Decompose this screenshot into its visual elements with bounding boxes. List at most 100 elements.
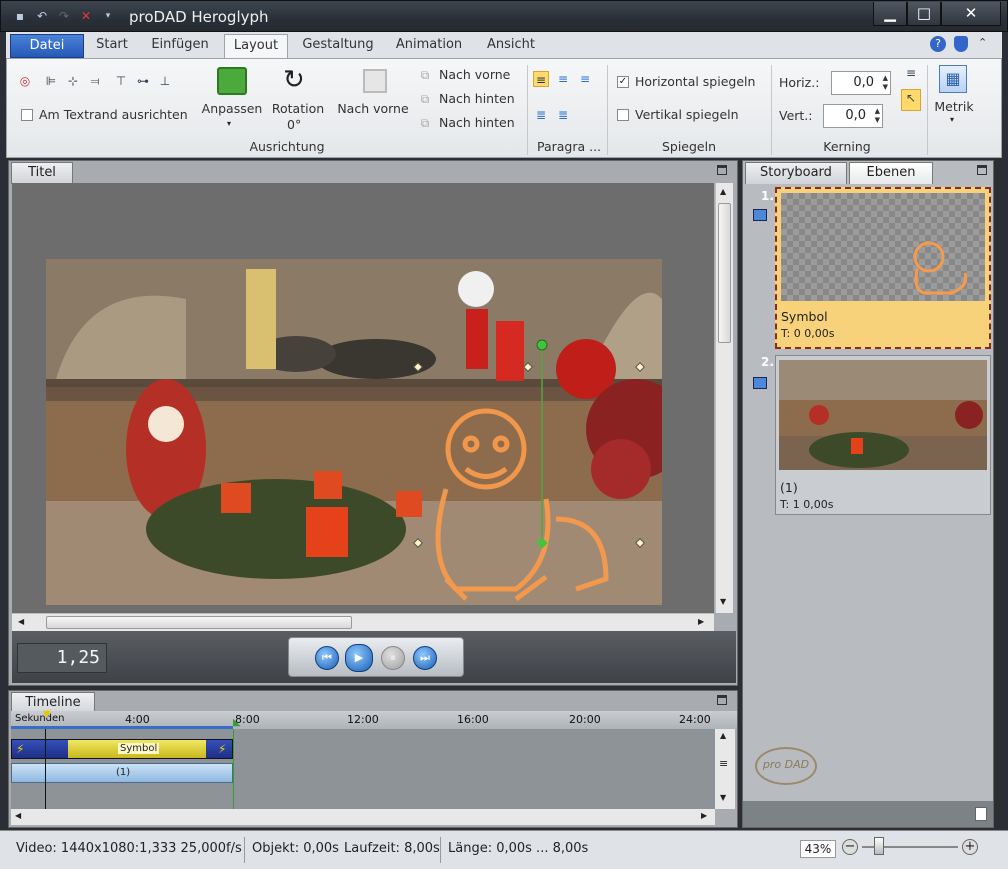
monitor-icon[interactable] (753, 209, 767, 221)
tab-layout[interactable]: Layout (224, 34, 288, 58)
spiegeln-group-label: Spiegeln (661, 139, 717, 154)
tab-storyboard[interactable]: Storyboard (745, 162, 847, 184)
horizontal-spiegeln-checkbox[interactable]: ✓ (617, 76, 629, 88)
align-center-h-icon[interactable]: ⊹ (65, 73, 81, 89)
anpassen-button[interactable]: Anpassen ▾ (199, 63, 265, 135)
tab-gestaltung[interactable]: Gestaltung (294, 34, 382, 58)
layer-card-symbol[interactable]: Symbol T: 0 0,00s (775, 187, 991, 349)
horizontal-scrollbar[interactable]: ◀ ▶ (12, 613, 714, 631)
clip-background-label: (1) (116, 767, 131, 778)
paragraph-align-right-icon[interactable]: ≡ (577, 71, 593, 87)
nach-vorne-button[interactable]: Nach vorne (439, 67, 510, 82)
title-bar: ▪ ↶ ↷ ✕ ▾ proDAD Heroglyph ▁ □ ✕ (0, 0, 1008, 32)
minimize-button[interactable]: ▁ (873, 2, 907, 26)
horizontal-scroll-thumb[interactable] (46, 616, 352, 629)
tab-ansicht[interactable]: Ansicht (478, 34, 544, 58)
delete-icon[interactable]: ✕ (79, 9, 93, 23)
collapse-ribbon-icon[interactable]: ⌃ (978, 36, 987, 49)
tab-start[interactable]: Start (88, 34, 136, 58)
vertikal-spiegeln-checkbox[interactable] (617, 109, 629, 121)
zoom-slider-thumb[interactable] (874, 837, 884, 855)
zoom-in-icon[interactable]: + (962, 839, 978, 855)
playhead-marker-icon[interactable]: ▼ (43, 709, 51, 720)
separator (440, 837, 441, 863)
align-top-icon[interactable]: ⊤ (113, 73, 129, 89)
vertical-scroll-thumb[interactable] (718, 203, 731, 343)
status-video: Video: 1440x1080:1,333 25,000f/s (16, 841, 242, 856)
close-button[interactable]: ✕ (941, 2, 1001, 26)
tab-einfuegen[interactable]: Einfügen (142, 34, 218, 58)
symbol-overlay[interactable] (46, 259, 662, 605)
skip-to-start-icon[interactable]: ⏮ (315, 646, 339, 670)
layer-card-background[interactable]: (1) T: 1 0,00s (775, 355, 991, 515)
tab-titel[interactable]: Titel (11, 162, 73, 184)
maximize-pane-icon[interactable] (717, 695, 727, 705)
layer-thumbnail-symbol (781, 193, 985, 301)
customize-quickaccess-icon[interactable]: ▾ (101, 9, 115, 23)
time-ruler[interactable]: Sekunden 4:00 8:00 12:00 16:00 20:00 24:… (11, 709, 737, 729)
kerning-group-label: Kerning (823, 139, 871, 154)
nach-hinten-button[interactable]: Nach hinten (439, 91, 515, 106)
new-layer-icon[interactable] (975, 807, 987, 821)
scroll-left-icon[interactable]: ◀ (15, 811, 21, 820)
vert-kerning-spinner[interactable]: 0,0 ▲ ▼ (823, 104, 883, 128)
am-textrand-checkbox[interactable] (21, 109, 33, 121)
timeline-hscroll[interactable]: ◀ ▶ (11, 809, 715, 825)
align-bottom-icon[interactable]: ⊥ (157, 73, 173, 89)
align-right-icon[interactable]: ⫤ (87, 73, 103, 89)
end-marker-icon[interactable]: ◣ (233, 717, 241, 728)
scroll-grip-icon[interactable]: ≡ (719, 757, 728, 770)
preview-canvas[interactable] (12, 183, 714, 613)
scroll-down-icon[interactable]: ▼ (720, 597, 726, 606)
tab-animation[interactable]: Animation (388, 34, 470, 58)
am-textrand-label: Am Textrand ausrichten (39, 107, 188, 122)
align-target-icon[interactable]: ◎ (17, 73, 33, 89)
menu-lines-icon[interactable]: ≡ (903, 65, 919, 81)
tab-ebenen[interactable]: Ebenen (849, 162, 933, 184)
fit-icon (217, 67, 247, 95)
maximize-pane-icon[interactable] (977, 165, 987, 175)
timeline-vscroll[interactable]: ▲ ≡ ▼ (715, 729, 735, 809)
separator (927, 65, 928, 155)
scroll-left-icon[interactable]: ◀ (18, 617, 24, 626)
shield-icon[interactable] (954, 36, 968, 52)
scroll-right-icon[interactable]: ▶ (698, 617, 704, 626)
scroll-right-icon[interactable]: ▶ (701, 811, 707, 820)
spin-arrows-icon[interactable]: ▲ ▼ (883, 74, 888, 92)
align-middle-v-icon[interactable]: ⊶ (135, 73, 151, 89)
paragraph-justify-icon[interactable]: ≣ (533, 107, 549, 123)
scroll-down-icon[interactable]: ▼ (720, 793, 726, 802)
redo-icon[interactable]: ↷ (57, 9, 71, 23)
nach-vorne-big-button[interactable]: Nach vorne (333, 63, 413, 135)
save-icon[interactable]: ▪ (13, 9, 27, 23)
maximize-button[interactable]: □ (907, 2, 941, 26)
skip-to-end-icon[interactable]: ⏭ (413, 646, 437, 670)
play-icon[interactable]: ▶ (345, 644, 373, 672)
horiz-label: Horiz.: (779, 75, 820, 90)
monitor-icon[interactable] (753, 377, 767, 389)
cursor-icon[interactable]: ↖ (901, 89, 921, 111)
rotation-button[interactable]: ↻ Rotation 0° (265, 63, 331, 135)
zoom-out-icon[interactable]: − (842, 839, 858, 855)
paragraph-align-center-icon[interactable]: ≡ (555, 71, 571, 87)
separator (244, 837, 245, 863)
metrik-button[interactable]: ▦ Metrik ▾ (933, 63, 975, 124)
maximize-pane-icon[interactable] (717, 165, 727, 175)
nach-hinten-icon: ⧉ (420, 92, 430, 106)
tab-datei[interactable]: Datei (10, 34, 84, 58)
undo-icon[interactable]: ↶ (35, 9, 49, 23)
paragraph-justify-all-icon[interactable]: ≣ (555, 107, 571, 123)
layer-index: 2. (761, 355, 774, 369)
pause-icon[interactable]: ⏸ (381, 646, 405, 670)
scroll-up-icon[interactable]: ▲ (720, 731, 726, 740)
paragraph-align-left-icon[interactable]: ≡ (533, 71, 549, 87)
help-icon[interactable]: ? (930, 36, 946, 52)
align-left-icon[interactable]: ⊫ (43, 73, 59, 89)
scroll-up-icon[interactable]: ▲ (720, 187, 726, 196)
nach-vorne-icon: ⧉ (420, 68, 430, 82)
nach-hinten2-button[interactable]: Nach hinten (439, 115, 515, 130)
horiz-kerning-spinner[interactable]: 0,0 ▲ ▼ (831, 71, 891, 95)
vertical-scrollbar[interactable]: ▲ ▼ (715, 183, 733, 613)
spin-arrows-icon[interactable]: ▲ ▼ (875, 107, 880, 125)
layer-index: 1. (761, 189, 774, 203)
